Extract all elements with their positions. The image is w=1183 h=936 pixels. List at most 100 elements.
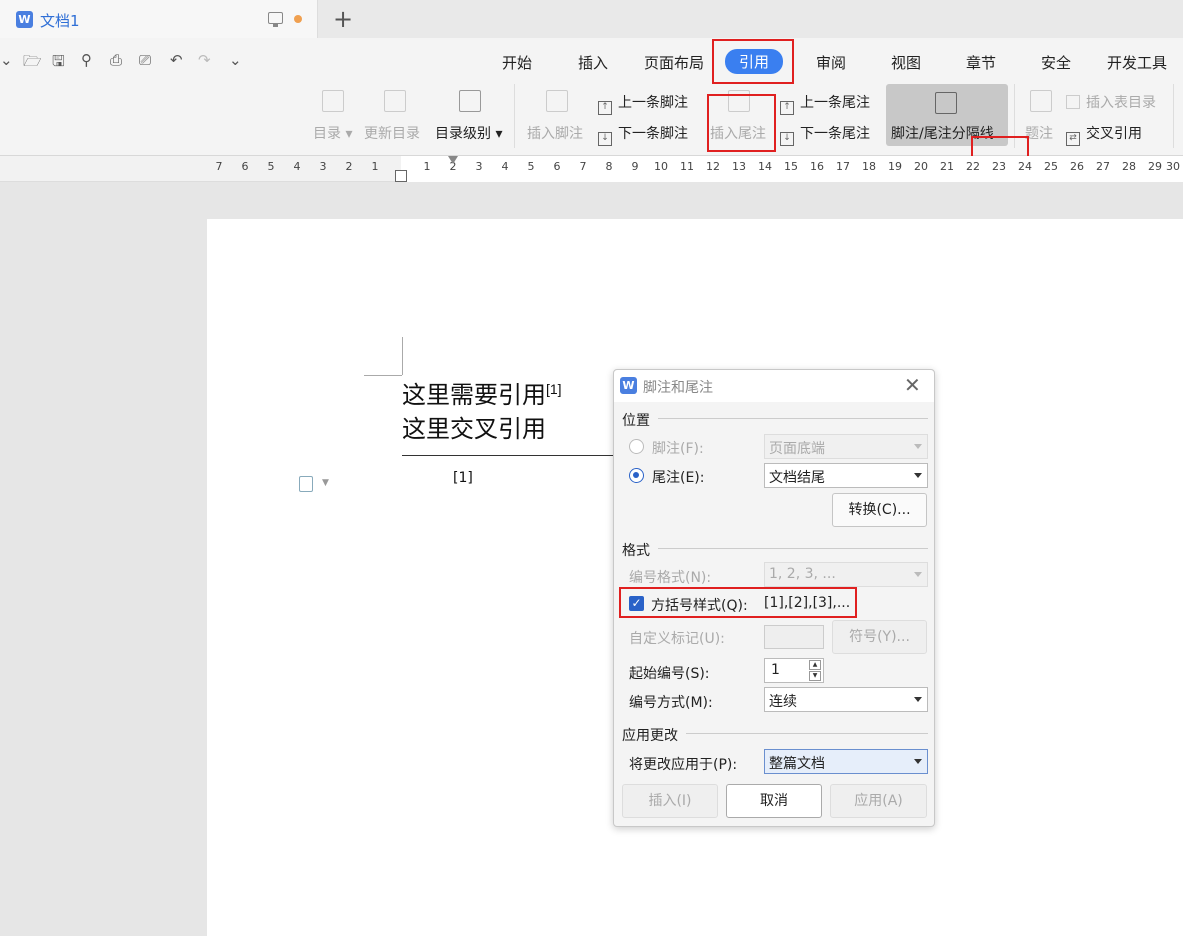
ruler-tick-label: 24 <box>1018 160 1032 173</box>
section-divider <box>686 733 928 734</box>
footnote-position-select[interactable]: 页面底端 <box>764 434 928 459</box>
update-toc-button[interactable]: 更新目录 <box>364 123 420 143</box>
menu-view[interactable]: 视图 <box>891 52 921 73</box>
next-footnote-button[interactable]: ↓ 下一条脚注 <box>598 123 688 146</box>
paragraph-options-caret-icon[interactable]: ▼ <box>322 478 329 488</box>
table-of-figures-icon <box>1066 95 1080 109</box>
custom-mark-label: 自定义标记(U): <box>629 631 725 647</box>
footnote-radio[interactable] <box>629 439 644 454</box>
menu-chapter[interactable]: 章节 <box>966 52 996 73</box>
numbering-select[interactable]: 连续 <box>764 687 928 712</box>
insert-button[interactable]: 插入(I) <box>622 784 718 818</box>
ruler-indent-marker[interactable] <box>395 170 407 182</box>
paragraph-options-icon[interactable] <box>299 476 313 492</box>
start-number-input[interactable]: 1 ▲ ▼ <box>764 658 824 683</box>
insert-footnote-button[interactable]: 插入脚注 <box>527 123 583 143</box>
chevron-down-icon <box>914 473 922 478</box>
ruler-tick-label: 12 <box>706 160 720 173</box>
section-apply: 应用更改 <box>622 728 678 744</box>
wps-writer-icon: W <box>16 11 33 28</box>
symbol-button[interactable]: 符号(Y)... <box>832 620 927 654</box>
ruler[interactable]: 7 6 5 4 3 2 1 1 2 3 4 5 6 7 8 9 10 11 12 13 14 15 16 17 18 19 20 21… <box>0 156 1183 182</box>
menu-start[interactable]: 开始 <box>502 52 532 73</box>
spin-down-icon[interactable]: ▼ <box>809 671 821 681</box>
close-icon[interactable]: ✕ <box>904 373 921 397</box>
endnote-reference-mark[interactable]: [1] <box>546 381 562 397</box>
ruler-tick-label: 22 <box>966 160 980 173</box>
next-footnote-icon: ↓ <box>598 132 612 146</box>
toc-label: 目录 <box>313 126 341 142</box>
new-tab-button[interactable]: + <box>333 5 353 33</box>
ruler-tick-label: 1 <box>371 160 379 173</box>
ruler-tick-label: 25 <box>1044 160 1058 173</box>
print-icon[interactable]: ⎙ <box>110 51 122 69</box>
doc-line-1[interactable]: 这里需要引用[1] <box>402 375 562 410</box>
ruler-tick-label: 4 <box>293 160 301 173</box>
ruler-tick-label: 5 <box>527 160 535 173</box>
number-format-select[interactable]: 1, 2, 3, ... <box>764 562 928 587</box>
toc-button[interactable]: 目录 ▾ <box>313 123 352 143</box>
section-divider <box>658 548 928 549</box>
custom-mark-input[interactable] <box>764 625 824 649</box>
print-preview-icon[interactable]: ⎚ <box>139 51 151 69</box>
document-tab-title: 文档1 <box>40 12 80 30</box>
ruler-tick-label: 23 <box>992 160 1006 173</box>
menu-insert[interactable]: 插入 <box>578 52 608 73</box>
find-icon[interactable]: ⚲ <box>81 51 92 69</box>
doc-line-2[interactable]: 这里交叉引用 <box>402 409 546 444</box>
dialog-titlebar[interactable]: W 脚注和尾注 ✕ <box>614 370 934 402</box>
customize-dropdown-icon[interactable]: ⌄ <box>229 51 242 69</box>
ruler-first-line-indent[interactable] <box>448 156 458 164</box>
expand-icon[interactable]: ⌄ <box>0 51 13 69</box>
insert-footnote-icon <box>546 90 568 112</box>
menu-review[interactable]: 审阅 <box>816 52 846 73</box>
prev-endnote-icon: ↑ <box>780 101 794 115</box>
number-format-label: 编号格式(N): <box>629 570 712 586</box>
ruler-tick-label: 3 <box>319 160 327 173</box>
insert-table-of-figures-button[interactable]: 插入表目录 <box>1066 92 1156 112</box>
ruler-tick-label: 3 <box>475 160 483 173</box>
undo-icon[interactable]: ↶ <box>170 51 183 69</box>
cross-reference-icon: ⇄ <box>1066 132 1080 146</box>
endnote-position-select[interactable]: 文档结尾 <box>764 463 928 488</box>
next-endnote-button[interactable]: ↓ 下一条尾注 <box>780 123 870 146</box>
chevron-down-icon <box>914 572 922 577</box>
start-number-label: 起始编号(S): <box>629 666 710 682</box>
apply-to-select[interactable]: 整篇文档 <box>764 749 928 774</box>
section-format: 格式 <box>622 543 650 559</box>
ruler-tick-label: 18 <box>862 160 876 173</box>
convert-button[interactable]: 转换(C)... <box>832 493 927 527</box>
redo-icon[interactable]: ↷ <box>198 51 211 69</box>
insert-table-of-figures-label: 插入表目录 <box>1086 95 1156 111</box>
cancel-button[interactable]: 取消 <box>726 784 822 818</box>
margin-corner-mark <box>364 375 402 376</box>
ribbon-separator <box>1173 84 1174 148</box>
caption-button[interactable]: 题注 <box>1025 123 1053 143</box>
ruler-tick-label: 17 <box>836 160 850 173</box>
endnote-label: 尾注(E): <box>652 470 705 486</box>
menu-layout[interactable]: 页面布局 <box>644 52 704 73</box>
spin-up-icon[interactable]: ▲ <box>809 660 821 670</box>
cross-reference-button[interactable]: ⇄ 交叉引用 <box>1066 123 1142 146</box>
ruler-tick-label: 6 <box>553 160 561 173</box>
endnote-position-value: 文档结尾 <box>769 470 825 486</box>
ruler-tick-label: 8 <box>605 160 613 173</box>
next-endnote-label: 下一条尾注 <box>800 126 870 142</box>
ruler-tick-label: 29 <box>1148 160 1162 173</box>
number-format-value: 1, 2, 3, ... <box>769 566 836 582</box>
menu-developer[interactable]: 开发工具 <box>1107 52 1167 73</box>
endnote-text[interactable]: [1] <box>453 470 473 486</box>
prev-endnote-button[interactable]: ↑ 上一条尾注 <box>780 92 870 115</box>
ruler-tick-label: 21 <box>940 160 954 173</box>
menu-security[interactable]: 安全 <box>1041 52 1071 73</box>
save-icon[interactable]: 🖫 <box>52 51 65 76</box>
open-folder-icon[interactable]: 🗁 <box>23 51 42 76</box>
start-number-value: 1 <box>771 662 780 678</box>
margin-corner-mark <box>402 337 403 375</box>
document-tab[interactable]: W 文档1 <box>0 0 318 38</box>
endnote-radio[interactable] <box>629 468 644 483</box>
apply-button[interactable]: 应用(A) <box>830 784 927 818</box>
toc-level-button[interactable]: 目录级别 ▾ <box>435 123 502 143</box>
prev-footnote-button[interactable]: ↑ 上一条脚注 <box>598 92 688 115</box>
monitor-icon[interactable] <box>268 12 283 27</box>
